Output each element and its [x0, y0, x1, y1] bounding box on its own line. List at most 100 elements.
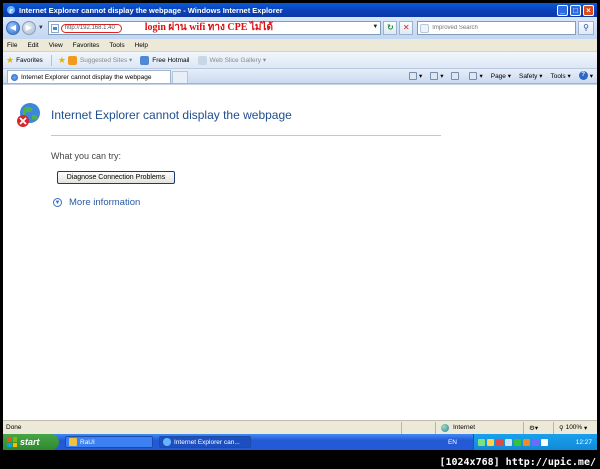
taskbar-item-raui[interactable]: RaUI [65, 436, 153, 448]
tab-active[interactable]: Internet Explorer cannot display the web… [7, 70, 171, 83]
suggested-sites-label: Suggested Sites ▾ [79, 57, 133, 64]
home-icon [408, 71, 417, 80]
suggested-sites-button[interactable]: ★ Suggested Sites ▾ [58, 55, 132, 66]
print-icon [469, 71, 478, 80]
address-url[interactable]: http://192.168.1.40 [60, 23, 122, 33]
page-icon [50, 23, 59, 33]
favorites-label: Favorites [16, 56, 43, 64]
hotmail-icon [140, 55, 150, 65]
favorites-button[interactable]: ★ Favorites [6, 55, 43, 66]
internet-zone-icon [441, 423, 449, 432]
taskbar-item-ie[interactable]: Internet Explorer can... [159, 436, 251, 448]
separator [50, 54, 52, 66]
star-icon: ★ [6, 54, 15, 65]
home-button[interactable]: ▾ [408, 71, 422, 80]
feeds-button[interactable]: ▾ [430, 71, 443, 80]
tab-label: Internet Explorer cannot display the web… [21, 73, 152, 81]
zoom-icon: ⚲ [559, 424, 564, 432]
tab-bar: Internet Explorer cannot display the web… [3, 69, 597, 84]
add-favorite-icon[interactable]: ★ [58, 55, 66, 66]
tools-menu[interactable]: Tools ▾ [550, 72, 570, 80]
tray-status-icon[interactable] [514, 438, 521, 446]
stop-button[interactable]: ✕ [399, 21, 414, 35]
web-slice-gallery-button[interactable]: Web Slice Gallery ▾ [197, 55, 267, 65]
print-button[interactable]: ▾ [469, 71, 483, 80]
status-empty-cell [401, 421, 435, 434]
more-information-link[interactable]: ▼ More information [53, 197, 140, 208]
web-slice-gallery-label: Web Slice Gallery ▾ [209, 57, 267, 64]
ie-tab-icon [11, 73, 18, 81]
minimize-button[interactable]: _ [557, 4, 568, 16]
tray-app-icon[interactable] [487, 438, 494, 446]
diagnose-connection-button[interactable]: Diagnose Connection Problems [57, 171, 175, 184]
menu-edit[interactable]: Edit [27, 42, 38, 49]
protected-mode-cell[interactable]: ⚙▾ [523, 421, 553, 434]
image-watermark: [1024x768] http://upic.me/ [439, 457, 596, 468]
maximize-button[interactable]: □ [570, 4, 581, 16]
search-button[interactable]: ⚲ [578, 21, 594, 35]
address-toolbar: ◀ ▶ ▼ http://192.168.1.40 login ผ่าน wif… [3, 17, 597, 39]
raui-app-icon [69, 438, 77, 446]
language-indicator[interactable]: EN [448, 439, 457, 446]
status-text: Done [6, 424, 22, 431]
mail-icon [451, 71, 460, 80]
ie-logo-icon: e [7, 6, 15, 15]
refresh-button[interactable]: ↻ [383, 21, 398, 35]
ie-window: e Internet Explorer cannot display the w… [3, 3, 597, 450]
address-field[interactable]: http://192.168.1.40 login ผ่าน wifi ทาง … [47, 21, 382, 35]
heading-divider [51, 135, 441, 136]
zoom-control[interactable]: ⚲ 100% ▾ [553, 421, 597, 434]
mail-button[interactable] [451, 71, 461, 80]
safety-menu[interactable]: Safety ▾ [519, 72, 543, 80]
expand-down-icon: ▼ [53, 198, 62, 207]
tray-misc-icon[interactable] [541, 438, 548, 446]
tray-update-icon[interactable] [523, 438, 530, 446]
ie-taskbar-icon [163, 438, 171, 446]
search-input[interactable] [432, 25, 563, 31]
tray-security-icon[interactable] [496, 438, 503, 446]
title-bar: e Internet Explorer cannot display the w… [3, 3, 597, 17]
help-button[interactable]: ? ▾ [578, 71, 593, 80]
search-box[interactable] [417, 21, 577, 35]
command-bar: ▾ ▾ ▾ Page ▾ Safety ▾ Tools ▾ ? ▾ [401, 71, 593, 80]
taskbar-item-label: RaUI [80, 438, 95, 446]
clock[interactable]: 12:27 [576, 439, 592, 446]
menu-view[interactable]: View [49, 42, 63, 49]
more-information-label: More information [69, 197, 141, 208]
tray-network-icon[interactable] [478, 438, 485, 446]
search-provider-icon [420, 23, 430, 33]
system-tray: 12:27 [473, 434, 597, 450]
help-icon: ? [578, 71, 588, 80]
page-menu[interactable]: Page ▾ [491, 72, 511, 80]
suggested-sites-icon [67, 55, 77, 65]
status-bar: Done Internet ⚙▾ ⚲ 100% ▾ [3, 420, 597, 434]
error-globe-icon [17, 103, 40, 127]
menu-tools[interactable]: Tools [109, 42, 124, 49]
what-you-can-try-label: What you can try: [51, 151, 122, 161]
free-hotmail-link[interactable]: Free Hotmail [140, 55, 190, 65]
tray-messenger-icon[interactable] [532, 438, 539, 446]
feeds-icon [430, 71, 439, 80]
menu-file[interactable]: File [7, 42, 17, 49]
red-annotation-text: login ผ่าน wifi ทาง CPE ไม่ได้ [144, 22, 274, 33]
new-tab-button[interactable] [172, 71, 188, 83]
zoom-level: 100% [565, 424, 583, 431]
tray-volume-icon[interactable] [505, 438, 512, 446]
address-dropdown-icon[interactable]: ▼ [372, 24, 378, 30]
window-title: Internet Explorer cannot display the web… [19, 5, 283, 15]
menu-bar: File Edit View Favorites Tools Help [3, 39, 597, 52]
taskbar-item-label: Internet Explorer can... [174, 438, 240, 446]
back-button[interactable]: ◀ [6, 21, 20, 35]
forward-button[interactable]: ▶ [21, 21, 36, 35]
taskbar: start RaUI Internet Explorer can... EN 1… [3, 434, 597, 450]
close-button[interactable]: × [583, 4, 594, 16]
windows-flag-icon [7, 437, 17, 447]
page-content: Internet Explorer cannot display the web… [3, 84, 597, 420]
menu-help[interactable]: Help [135, 42, 148, 49]
free-hotmail-label: Free Hotmail [152, 56, 190, 64]
start-button[interactable]: start [3, 434, 59, 450]
security-zone[interactable]: Internet [435, 421, 523, 434]
recent-pages-dropdown-icon[interactable]: ▼ [38, 25, 44, 31]
start-label: start [20, 437, 40, 447]
menu-favorites[interactable]: Favorites [73, 42, 100, 49]
